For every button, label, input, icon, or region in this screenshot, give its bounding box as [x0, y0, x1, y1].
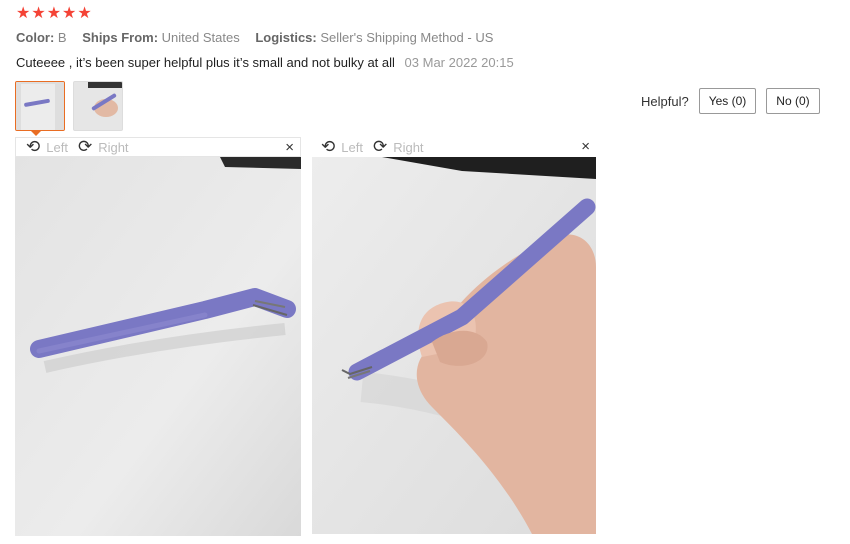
photo-thumbnail-1[interactable]: [15, 81, 65, 131]
star-icon: ★: [16, 5, 31, 22]
rotate-left-button[interactable]: ⟲ Left: [26, 137, 68, 156]
rotate-right-label: Right: [98, 139, 129, 155]
review-text-row: Cuteeee , it’s been super helpful plus i…: [16, 55, 514, 70]
rotate-left-button[interactable]: ⟲ Left: [321, 137, 363, 156]
star-icon: ★: [46, 5, 62, 22]
order-meta: Color: B Ships From: United States Logis…: [16, 30, 505, 45]
logistics-label: Logistics:: [255, 30, 317, 45]
logistics-value: Seller's Shipping Method - US: [320, 30, 494, 45]
star-rating: ★ ★ ★ ★ ★: [16, 6, 92, 22]
selected-thumbnail-pointer: [30, 130, 42, 136]
photo-thumbnails: [15, 81, 123, 131]
helpful-no-button[interactable]: No (0): [766, 88, 820, 114]
photo-thumbnail-image: [74, 82, 122, 130]
close-icon[interactable]: ×: [285, 139, 294, 156]
rotate-left-icon: ⟲: [26, 137, 41, 156]
rotate-left-label: Left: [46, 139, 68, 155]
photo-thumbnail-image: [16, 82, 64, 130]
color-label: Color:: [16, 30, 55, 45]
photo-viewer-1: ⟲ Left ⟳ Right ×: [15, 137, 301, 536]
photo-viewer-2: ⟲ Left ⟳ Right ×: [312, 137, 596, 534]
helpful-yes-button[interactable]: Yes (0): [698, 88, 757, 114]
tweezers-on-paper-image: [15, 157, 301, 536]
rotate-right-button[interactable]: ⟳ Right: [77, 137, 129, 156]
star-icon: ★: [31, 5, 46, 22]
rotate-left-label: Left: [341, 139, 363, 155]
close-icon[interactable]: ×: [581, 138, 590, 155]
photo-thumbnail-2[interactable]: [73, 81, 123, 131]
review-text: Cuteeee , it’s been super helpful plus i…: [16, 55, 395, 70]
star-icon: ★: [77, 5, 92, 22]
rotate-left-icon: ⟲: [321, 137, 336, 156]
ships-from-value: United States: [161, 30, 240, 45]
rotate-right-icon: ⟳: [372, 137, 388, 156]
viewer-toolbar: ⟲ Left ⟳ Right ×: [15, 137, 301, 157]
viewer-toolbar: ⟲ Left ⟳ Right ×: [312, 137, 596, 157]
rotate-right-icon: ⟳: [77, 137, 93, 156]
helpful-label: Helpful?: [641, 93, 689, 109]
rotate-right-button[interactable]: ⟳ Right: [372, 137, 424, 156]
color-value: B: [57, 30, 67, 45]
ships-from-label: Ships From:: [82, 30, 159, 45]
hand-holding-tweezers-image: [312, 157, 596, 534]
review-date: 03 Mar 2022 20:15: [404, 55, 514, 70]
helpful-vote: Helpful? Yes (0) No (0): [641, 88, 820, 114]
review-photo-1: [15, 157, 301, 536]
rotate-right-label: Right: [393, 139, 424, 155]
review-photo-2: [312, 157, 596, 534]
star-icon: ★: [62, 5, 77, 22]
